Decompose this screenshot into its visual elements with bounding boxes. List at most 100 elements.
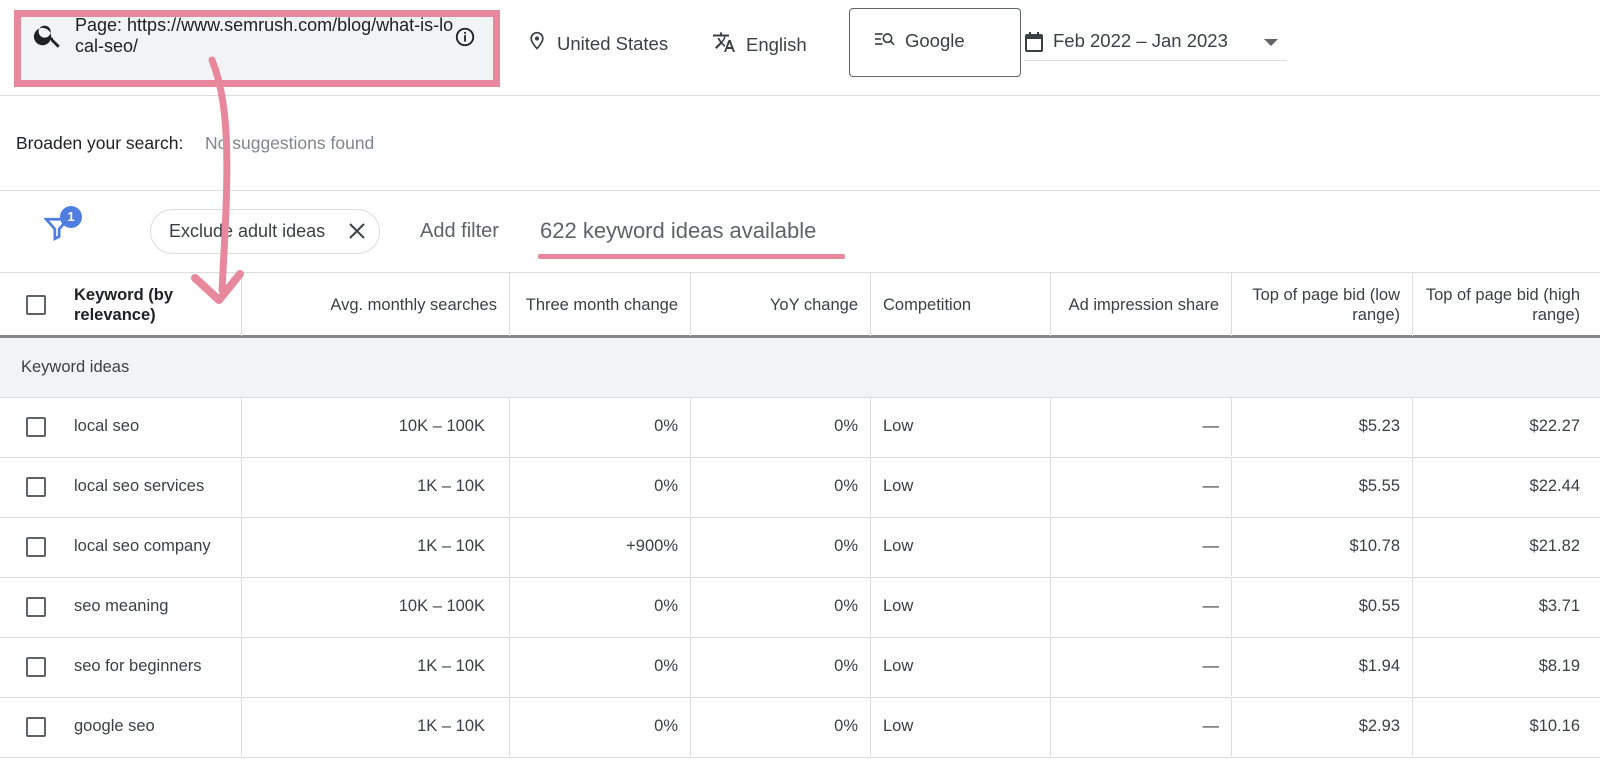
competition-cell: Low: [870, 697, 1050, 756]
search-query-text[interactable]: Page: https://www.semrush.com/blog/what-…: [75, 15, 457, 57]
row-checkbox[interactable]: [25, 716, 46, 737]
bid-low-cell: $5.55: [1231, 457, 1412, 516]
filter-chip-label: Exclude adult ideas: [169, 221, 326, 241]
language-label: English: [746, 33, 807, 55]
yoy-cell: 0%: [690, 697, 870, 756]
highlight-underline: [538, 254, 845, 259]
search-engine-item[interactable]: Google: [875, 30, 965, 52]
yoy-cell: 0%: [690, 457, 870, 516]
bid-high-cell: $3.71: [1412, 577, 1592, 636]
row-checkbox[interactable]: [25, 476, 46, 497]
bid-low-cell: $10.78: [1231, 517, 1412, 576]
column-header-bid-low[interactable]: Top of page bid (low range): [1231, 273, 1412, 336]
row-checkbox[interactable]: [25, 596, 46, 617]
group-row: Keyword ideas: [0, 338, 1600, 398]
row-checkbox-cell: [8, 457, 63, 516]
filter-chip[interactable]: Exclude adult ideas: [150, 209, 380, 254]
competition-cell: Low: [870, 577, 1050, 636]
yoy-cell: 0%: [690, 637, 870, 696]
row-checkbox[interactable]: [25, 656, 46, 677]
group-label: Keyword ideas: [21, 358, 130, 376]
search-icon[interactable]: [32, 19, 64, 56]
column-header-keyword[interactable]: Keyword (by relevance): [62, 273, 242, 336]
avg-searches-cell: 1K – 10K: [241, 637, 509, 696]
keyword-cell: local seo: [74, 417, 140, 435]
ad-impression-cell: —: [1050, 517, 1231, 576]
bid-low-cell: $1.94: [1231, 637, 1412, 696]
row-checkbox-cell: [8, 577, 63, 636]
table-row[interactable]: local seo company 1K – 10K +900% 0% Low …: [0, 517, 1600, 578]
select-all-cell: [8, 273, 63, 336]
bid-high-cell: $22.27: [1412, 397, 1592, 456]
yoy-cell: 0%: [690, 577, 870, 636]
avg-searches-cell: 10K – 100K: [241, 397, 509, 456]
column-header-yoy[interactable]: YoY change: [690, 273, 870, 336]
bid-low-cell: $0.55: [1231, 577, 1412, 636]
three-month-cell: 0%: [509, 637, 690, 696]
keyword-ideas-count: 622 keyword ideas available: [540, 218, 817, 243]
competition-cell: Low: [870, 457, 1050, 516]
table-header: Keyword (by relevance) Avg. monthly sear…: [0, 272, 1600, 338]
bid-high-cell: $10.16: [1412, 697, 1592, 756]
avg-searches-cell: 10K – 100K: [241, 577, 509, 636]
add-filter-button[interactable]: Add filter: [420, 220, 499, 243]
translate-icon: [712, 30, 736, 59]
chevron-down-icon[interactable]: [1264, 39, 1278, 46]
table-row[interactable]: google seo 1K – 10K 0% 0% Low — $2.93 $1…: [0, 697, 1600, 758]
column-header-avg-searches[interactable]: Avg. monthly searches: [241, 273, 509, 336]
bid-low-cell: $2.93: [1231, 697, 1412, 756]
row-checkbox[interactable]: [25, 536, 46, 557]
row-checkbox-cell: [8, 697, 63, 756]
filter-count-badge: 1: [60, 206, 82, 228]
ad-impression-cell: —: [1050, 637, 1231, 696]
ad-impression-cell: —: [1050, 397, 1231, 456]
bid-high-cell: $8.19: [1412, 637, 1592, 696]
row-checkbox-cell: [8, 397, 63, 456]
ad-impression-cell: —: [1050, 577, 1231, 636]
yoy-cell: 0%: [690, 397, 870, 456]
keyword-cell: local seo company: [74, 537, 211, 555]
location-selector[interactable]: United States: [527, 30, 668, 57]
close-icon[interactable]: [347, 221, 367, 246]
avg-searches-cell: 1K – 10K: [241, 457, 509, 516]
search-engine-label: Google: [905, 30, 965, 51]
calendar-icon: [1024, 31, 1044, 58]
competition-cell: Low: [870, 637, 1050, 696]
yoy-cell: 0%: [690, 517, 870, 576]
three-month-cell: 0%: [509, 457, 690, 516]
keyword-cell: seo meaning: [74, 597, 169, 615]
language-selector[interactable]: English: [712, 30, 807, 59]
keyword-cell: google seo: [74, 717, 155, 735]
row-checkbox-cell: [8, 517, 63, 576]
table-row[interactable]: local seo 10K – 100K 0% 0% Low — $5.23 $…: [0, 397, 1600, 458]
three-month-cell: 0%: [509, 397, 690, 456]
column-header-competition[interactable]: Competition: [870, 273, 1050, 336]
three-month-cell: 0%: [509, 697, 690, 756]
column-header-bid-high[interactable]: Top of page bid (high range): [1412, 273, 1592, 336]
bid-low-cell: $5.23: [1231, 397, 1412, 456]
divider: [0, 190, 1600, 191]
table-row[interactable]: seo for beginners 1K – 10K 0% 0% Low — $…: [0, 637, 1600, 698]
search-engine-icon: [875, 30, 895, 52]
competition-cell: Low: [870, 517, 1050, 576]
row-checkbox-cell: [8, 637, 63, 696]
row-checkbox[interactable]: [25, 416, 46, 437]
bid-high-cell: $21.82: [1412, 517, 1592, 576]
keyword-cell: seo for beginners: [74, 657, 202, 675]
info-icon[interactable]: [454, 26, 476, 53]
table-row[interactable]: local seo services 1K – 10K 0% 0% Low — …: [0, 457, 1600, 518]
three-month-cell: +900%: [509, 517, 690, 576]
select-all-checkbox[interactable]: [25, 294, 46, 315]
location-pin-icon: [527, 30, 547, 57]
bid-high-cell: $22.44: [1412, 457, 1592, 516]
location-label: United States: [557, 32, 669, 54]
column-header-three-month[interactable]: Three month change: [509, 273, 690, 336]
ad-impression-cell: —: [1050, 697, 1231, 756]
broaden-value: No suggestions found: [205, 133, 375, 153]
three-month-cell: 0%: [509, 577, 690, 636]
table-row[interactable]: seo meaning 10K – 100K 0% 0% Low — $0.55…: [0, 577, 1600, 638]
date-range-selector[interactable]: Feb 2022 – Jan 2023: [1024, 30, 1287, 61]
broaden-label: Broaden your search:: [16, 133, 184, 153]
column-header-ad-impression[interactable]: Ad impression share: [1050, 273, 1231, 336]
ad-impression-cell: —: [1050, 457, 1231, 516]
